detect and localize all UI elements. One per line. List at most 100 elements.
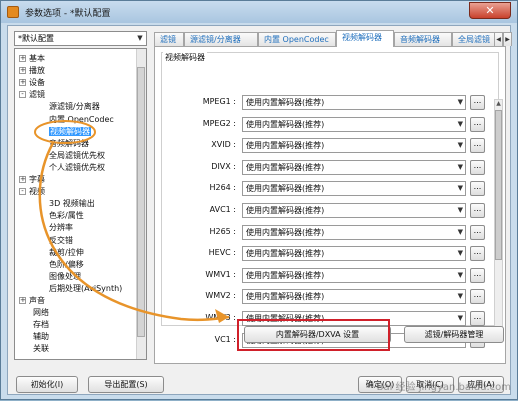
tab-scroll-right-icon[interactable]: ▶ [503, 32, 512, 46]
tree-item[interactable]: 辅助 [33, 331, 49, 342]
tree-item-label: 字幕 [29, 175, 45, 184]
export-config-button[interactable]: 导出配置(S) [88, 376, 164, 393]
decoder-value: 使用内置解码器(推荐) [246, 270, 325, 280]
decoder-options-button[interactable]: ... [470, 267, 485, 283]
initialize-button[interactable]: 初始化(I) [16, 376, 78, 393]
decoder-options-button[interactable]: ... [470, 138, 485, 154]
close-button[interactable]: ✕ [469, 2, 511, 19]
preset-dropdown[interactable]: *默认配置 ▼ [14, 31, 147, 46]
preset-value: *默认配置 [18, 34, 54, 43]
scroll-up-icon[interactable]: ▲ [495, 100, 502, 108]
tree-item[interactable]: + 设备 [19, 77, 45, 88]
settings-tree[interactable]: + 基本 + 播放 + 设备 - 滤镜 源滤镜/分离器 内置 OpenCodec 视频解码器 音频解码… [14, 48, 147, 360]
title-bar[interactable]: 参数选项 - *默认配置 ✕ [1, 1, 517, 23]
decoder-label: HEVC : [208, 248, 236, 258]
tree-item[interactable]: 图像处理 [49, 271, 81, 282]
decoder-dropdown[interactable]: 使用内置解码器(推荐) ▼ [242, 181, 466, 197]
tree-item[interactable]: + 字幕 [19, 174, 45, 185]
chevron-down-icon: ▼ [457, 141, 463, 150]
decoder-options-button[interactable]: ... [470, 181, 485, 197]
chevron-down-icon: ▼ [457, 270, 463, 279]
tab[interactable]: 音频解码器 [394, 32, 452, 46]
tree-item[interactable]: - 滤镜 [19, 89, 45, 100]
tree-item[interactable]: 裁剪/拉伸 [49, 247, 84, 258]
tree-item-label: 全局滤镜优先权 [49, 150, 105, 160]
tree-item-label: 设备 [29, 78, 45, 88]
chevron-down-icon: ▼ [457, 249, 463, 258]
tab[interactable]: 视频解码器 [336, 30, 394, 47]
decoder-value: 使用内置解码器(推荐) [246, 249, 325, 259]
expand-icon[interactable]: + [19, 297, 26, 304]
decoder-options-button[interactable]: ... [470, 159, 485, 175]
decoder-options-button[interactable]: ... [470, 311, 485, 326]
tree-item[interactable]: + 声音 [19, 295, 45, 306]
decoder-dropdown[interactable]: 使用内置解码器(推荐) ▼ [242, 246, 466, 262]
tree-item-label: 音频解码器 [49, 138, 89, 148]
tree-item-label: 视频解码器 [49, 126, 91, 136]
tree-item-label: 声音 [29, 296, 45, 305]
collapse-icon[interactable]: - [19, 188, 26, 196]
decoder-options-button[interactable]: ... [470, 95, 485, 110]
decoder-label: VC1 : [214, 334, 236, 344]
tree-item[interactable]: + 播放 [19, 65, 45, 76]
tree-item[interactable]: 全局滤镜优先权 [49, 150, 105, 161]
chevron-down-icon: ▼ [457, 292, 463, 301]
decoder-options-button[interactable]: ... [470, 203, 485, 218]
tree-item[interactable]: 色彩/属性 [49, 210, 84, 221]
tree-item[interactable]: 色阶/偏移 [49, 259, 84, 270]
tree-item-label: 个人滤镜优先权 [49, 162, 105, 172]
expand-icon[interactable]: + [19, 176, 26, 183]
tab-scroll-left-icon[interactable]: ◀ [494, 32, 503, 46]
filter-manager-button[interactable]: 滤镜/解码器管理 [404, 326, 504, 343]
tree-item[interactable]: 个人滤镜优先权 [49, 162, 105, 173]
tree-item[interactable]: 内置 OpenCodec [49, 114, 114, 125]
decoder-value: 使用内置解码器(推荐) [246, 141, 325, 151]
tree-scrollbar-thumb[interactable] [137, 67, 145, 337]
decoder-dropdown[interactable]: 使用内置解码器(推荐) ▼ [242, 138, 466, 154]
tree-item[interactable]: 网络 [33, 307, 49, 318]
tab[interactable]: 滤镜 [154, 32, 184, 46]
tree-item[interactable]: + 基本 [19, 53, 45, 64]
chevron-down-icon: ▼ [457, 227, 463, 236]
decoder-options-button[interactable]: ... [470, 289, 485, 305]
decoder-value: 使用内置解码器(推荐) [246, 292, 325, 302]
decoder-options-button[interactable]: ... [470, 116, 485, 132]
tree-item-label: 播放 [29, 66, 45, 76]
tab[interactable]: 内置 OpenCodec [258, 32, 336, 46]
tree-item-label: 色阶/偏移 [49, 259, 84, 269]
tree-item-label: 分辨率 [49, 223, 73, 233]
decoder-dropdown[interactable]: 使用内置解码器(推荐) ▼ [242, 95, 466, 110]
tree-item[interactable]: 关联 [33, 343, 49, 354]
scrollbar-thumb[interactable] [495, 110, 502, 260]
collapse-icon[interactable]: - [19, 91, 26, 99]
expand-icon[interactable]: + [19, 79, 26, 87]
decoder-options-button[interactable]: ... [470, 224, 485, 240]
expand-icon[interactable]: + [19, 67, 26, 75]
tree-item[interactable]: 音频解码器 [49, 138, 89, 149]
tree-item[interactable]: 分辨率 [49, 222, 73, 233]
tree-item[interactable]: 存档 [33, 319, 49, 330]
app-icon [7, 6, 19, 18]
tree-item[interactable]: 反交错 [49, 235, 73, 246]
tree-item[interactable]: 源滤镜/分离器 [49, 101, 100, 112]
tree-item[interactable]: - 视频 [19, 186, 45, 197]
decoder-dropdown[interactable]: 使用内置解码器(推荐) ▼ [242, 203, 466, 218]
tree-item[interactable]: 3D 视频输出 [49, 198, 95, 209]
decoder-list-scrollbar[interactable]: ▲ ▼ [494, 99, 503, 335]
tab[interactable]: 源滤镜/分离器 [184, 32, 258, 46]
tree-item-label: 源滤镜/分离器 [49, 102, 100, 112]
tree-item[interactable]: 视频解码器 [49, 126, 91, 137]
decoder-dropdown[interactable]: 使用内置解码器(推荐) ▼ [242, 224, 466, 240]
tree-item-label: 色彩/属性 [49, 211, 84, 221]
chevron-down-icon: ▼ [457, 98, 463, 106]
decoder-label: XVID : [211, 140, 236, 150]
tree-scrollbar[interactable] [136, 49, 146, 359]
decoder-dropdown[interactable]: 使用内置解码器(推荐) ▼ [242, 116, 466, 132]
decoder-value: 使用内置解码器(推荐) [246, 119, 325, 129]
decoder-options-button[interactable]: ... [470, 246, 485, 262]
tree-item[interactable]: 后期处理(AviSynth) [49, 283, 122, 294]
decoder-dropdown[interactable]: 使用内置解码器(推荐) ▼ [242, 159, 466, 175]
decoder-dropdown[interactable]: 使用内置解码器(推荐) ▼ [242, 267, 466, 283]
decoder-dropdown[interactable]: 使用内置解码器(推荐) ▼ [242, 289, 466, 305]
expand-icon[interactable]: + [19, 55, 26, 62]
